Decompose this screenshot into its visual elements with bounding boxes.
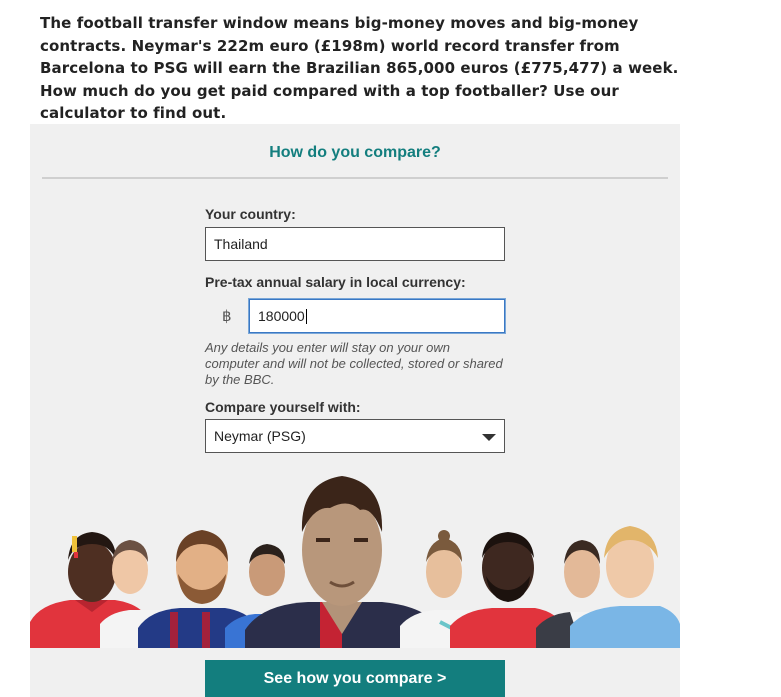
country-value: Thailand [214,236,268,252]
text-cursor [305,308,307,324]
currency-symbol: ฿ [222,307,232,325]
salary-value: 180000 [258,308,305,324]
see-how-you-compare-button[interactable]: See how you compare > [205,660,505,697]
intro-paragraph: The football transfer window means big-m… [40,14,679,122]
country-field[interactable]: Thailand [205,227,505,261]
salary-label: Pre-tax annual salary in local currency: [205,274,466,290]
compare-select[interactable]: Neymar (PSG) [205,419,505,453]
country-label: Your country: [205,206,296,222]
footballers-illustration [30,476,680,648]
caret-down-icon [482,434,496,441]
salary-input[interactable]: 180000 [249,299,505,333]
compare-value: Neymar (PSG) [214,428,306,444]
privacy-disclaimer: Any details you enter will stay on your … [205,340,503,387]
compare-label: Compare yourself with: [205,399,361,415]
calculator-panel: How do you compare? Your country: Thaila… [30,124,680,697]
title-divider [42,177,668,179]
calculator-title: How do you compare? [269,144,441,161]
